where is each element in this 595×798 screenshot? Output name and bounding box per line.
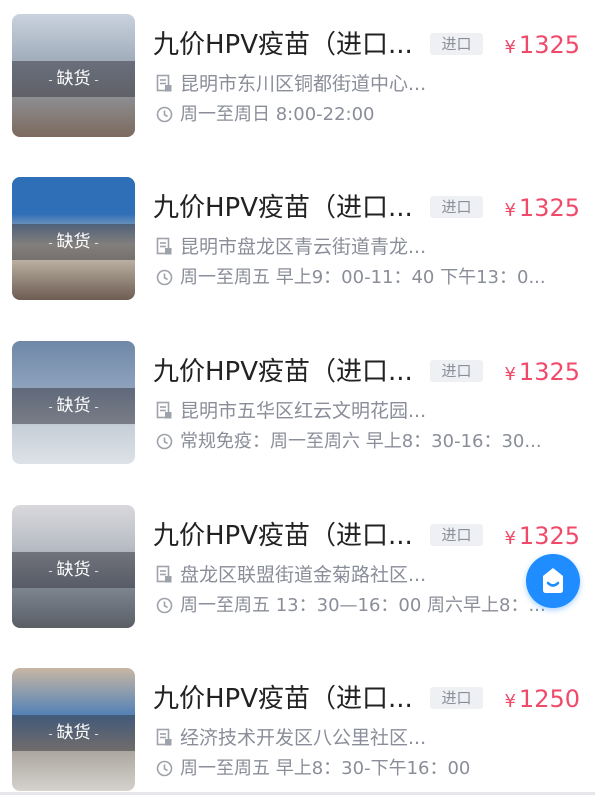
address-row: 经济技术开发区八公里社区... (156, 725, 468, 751)
price: ¥1325 (504, 522, 580, 550)
price: ¥1325 (504, 194, 580, 222)
import-tag: 进口 (430, 360, 483, 382)
list-item[interactable]: - 缺货 - 九价HPV疫苗（进口... 进口 ¥1250 经济技术开发区八公里… (0, 668, 595, 798)
address-row: 昆明市东川区铜都街道中心... (156, 71, 468, 97)
out-of-stock-label: - 缺货 - (48, 69, 99, 89)
chat-button[interactable] (526, 554, 580, 608)
clock-icon (156, 106, 173, 123)
document-icon (156, 565, 172, 583)
clinic-photo: - 缺货 - (12, 505, 135, 628)
chat-bubble-icon (543, 568, 563, 593)
document-icon (156, 74, 172, 92)
out-of-stock-label: - 缺货 - (48, 723, 99, 743)
document-icon (156, 237, 172, 255)
clinic-photo: - 缺货 - (12, 668, 135, 791)
vaccine-title: 九价HPV疫苗（进口... (153, 521, 413, 551)
address-row: 昆明市盘龙区青云街道青龙... (156, 234, 468, 260)
clinic-photo: - 缺货 - (12, 341, 135, 464)
import-tag: 进口 (430, 524, 483, 546)
import-tag: 进口 (430, 687, 483, 709)
document-icon (156, 728, 172, 746)
clock-icon (156, 597, 173, 614)
list-item[interactable]: - 缺货 - 九价HPV疫苗（进口... 进口 ¥1325 昆明市五华区红云文明… (0, 341, 595, 471)
clinic-photo: - 缺货 - (12, 14, 135, 137)
address-row: 盘龙区联盟街道金菊路社区... (156, 562, 468, 588)
vaccine-title: 九价HPV疫苗（进口... (153, 30, 413, 60)
clinic-photo: - 缺货 - (12, 177, 135, 300)
vaccine-title: 九价HPV疫苗（进口... (153, 357, 413, 387)
list-item[interactable]: - 缺货 - 九价HPV疫苗（进口... 进口 ¥1325 昆明市东川区铜都街道… (0, 14, 595, 144)
out-of-stock-label: - 缺货 - (48, 232, 99, 252)
vaccine-title: 九价HPV疫苗（进口... (153, 684, 413, 714)
address-row: 昆明市五华区红云文明花园... (156, 398, 468, 424)
import-tag: 进口 (430, 196, 483, 218)
hours-row: 周一至周五 早上8：30-下午16：00 (156, 756, 581, 782)
list-item[interactable]: - 缺货 - 九价HPV疫苗（进口... 进口 ¥1325 昆明市盘龙区青云街道… (0, 177, 595, 307)
document-icon (156, 401, 172, 419)
vaccine-title: 九价HPV疫苗（进口... (153, 193, 413, 223)
hours-row: 周一至周日 8:00-22:00 (156, 102, 581, 128)
hours-row: 常规免疫：周一至周六 早上8：30-16：30... (156, 429, 581, 455)
import-tag: 进口 (430, 33, 483, 55)
price: ¥1325 (504, 358, 580, 386)
out-of-stock-label: - 缺货 - (48, 560, 99, 580)
clock-icon (156, 433, 173, 450)
price: ¥1250 (504, 685, 580, 713)
clock-icon (156, 269, 173, 286)
price: ¥1325 (504, 31, 580, 59)
hours-row: 周一至周五 早上9：00-11：40 下午13：0... (156, 265, 581, 291)
hours-row: 周一至周五 13：30—16：00 周六早上8：... (156, 593, 581, 619)
out-of-stock-label: - 缺货 - (48, 396, 99, 416)
list-item[interactable]: - 缺货 - 九价HPV疫苗（进口... 进口 ¥1325 盘龙区联盟街道金菊路… (0, 505, 595, 635)
clock-icon (156, 760, 173, 777)
